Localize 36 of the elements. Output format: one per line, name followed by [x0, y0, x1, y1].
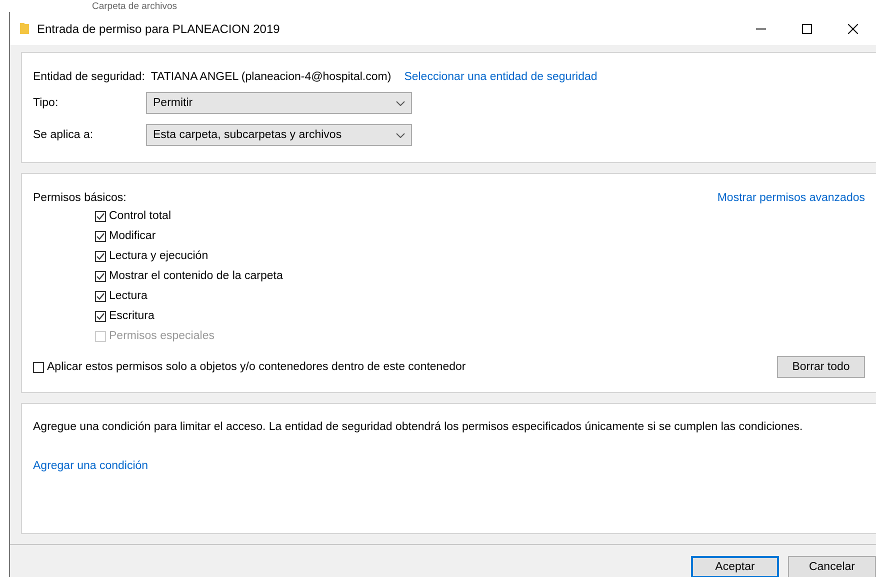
- advanced-permissions-link[interactable]: Mostrar permisos avanzados: [717, 192, 865, 204]
- checkbox[interactable]: [95, 250, 106, 262]
- permission-label: Control total: [109, 210, 172, 222]
- principal-value: TATIANA ANGEL (planeacion-4@hospital.com): [150, 71, 392, 83]
- window-title: Entrada de permiso para PLANEACION 2019: [37, 22, 281, 36]
- dropdown[interactable]: Permitir: [146, 92, 412, 114]
- checkbox[interactable]: [33, 362, 44, 372]
- permission-label: Permisos especiales: [109, 330, 214, 342]
- background-window-text: Carpeta de archivos: [92, 0, 178, 12]
- field-label: Tipo:: [33, 97, 60, 109]
- checkbox[interactable]: [95, 230, 106, 242]
- ok-button[interactable]: Aceptar: [691, 556, 779, 577]
- condition-text: Agregue una condición para limitar el acceso. La entidad de seguridad obtendrá los permisos especificados únicamente si se cumplen las condiciones.: [33, 421, 803, 433]
- permission-label: Lectura: [109, 290, 148, 302]
- clear-all-button[interactable]: Borrar todo: [777, 356, 865, 378]
- chevron-down-icon: [396, 132, 405, 138]
- checkbox[interactable]: [95, 290, 106, 302]
- checkbox[interactable]: [95, 310, 106, 322]
- select-principal-link[interactable]: Seleccionar una entidad de seguridad: [404, 71, 598, 83]
- permission-label: Modificar: [109, 230, 156, 242]
- permission-label: Mostrar el contenido de la carpeta: [109, 270, 283, 282]
- permissions-heading: Permisos básicos:: [33, 192, 126, 204]
- permission-label: Lectura y ejecución: [109, 250, 208, 262]
- dropdown[interactable]: Esta carpeta, subcarpetas y archivos: [146, 124, 412, 146]
- checkbox[interactable]: [95, 270, 106, 282]
- cancel-button[interactable]: Cancelar: [788, 556, 876, 577]
- folder-icon: [20, 23, 29, 34]
- apply-only-label: Aplicar estos permisos solo a objetos y/o contenedores dentro de este contenedor: [47, 361, 466, 373]
- field-label: Se aplica a:: [33, 129, 94, 141]
- maximize-icon: [802, 24, 812, 34]
- chevron-down-icon: [396, 100, 405, 106]
- checkbox[interactable]: [95, 210, 106, 222]
- close-icon: [848, 24, 858, 34]
- permission-label: Escritura: [109, 310, 154, 322]
- add-condition-link[interactable]: Agregar una condición: [33, 460, 148, 472]
- principal-label: Entidad de seguridad:: [33, 71, 145, 83]
